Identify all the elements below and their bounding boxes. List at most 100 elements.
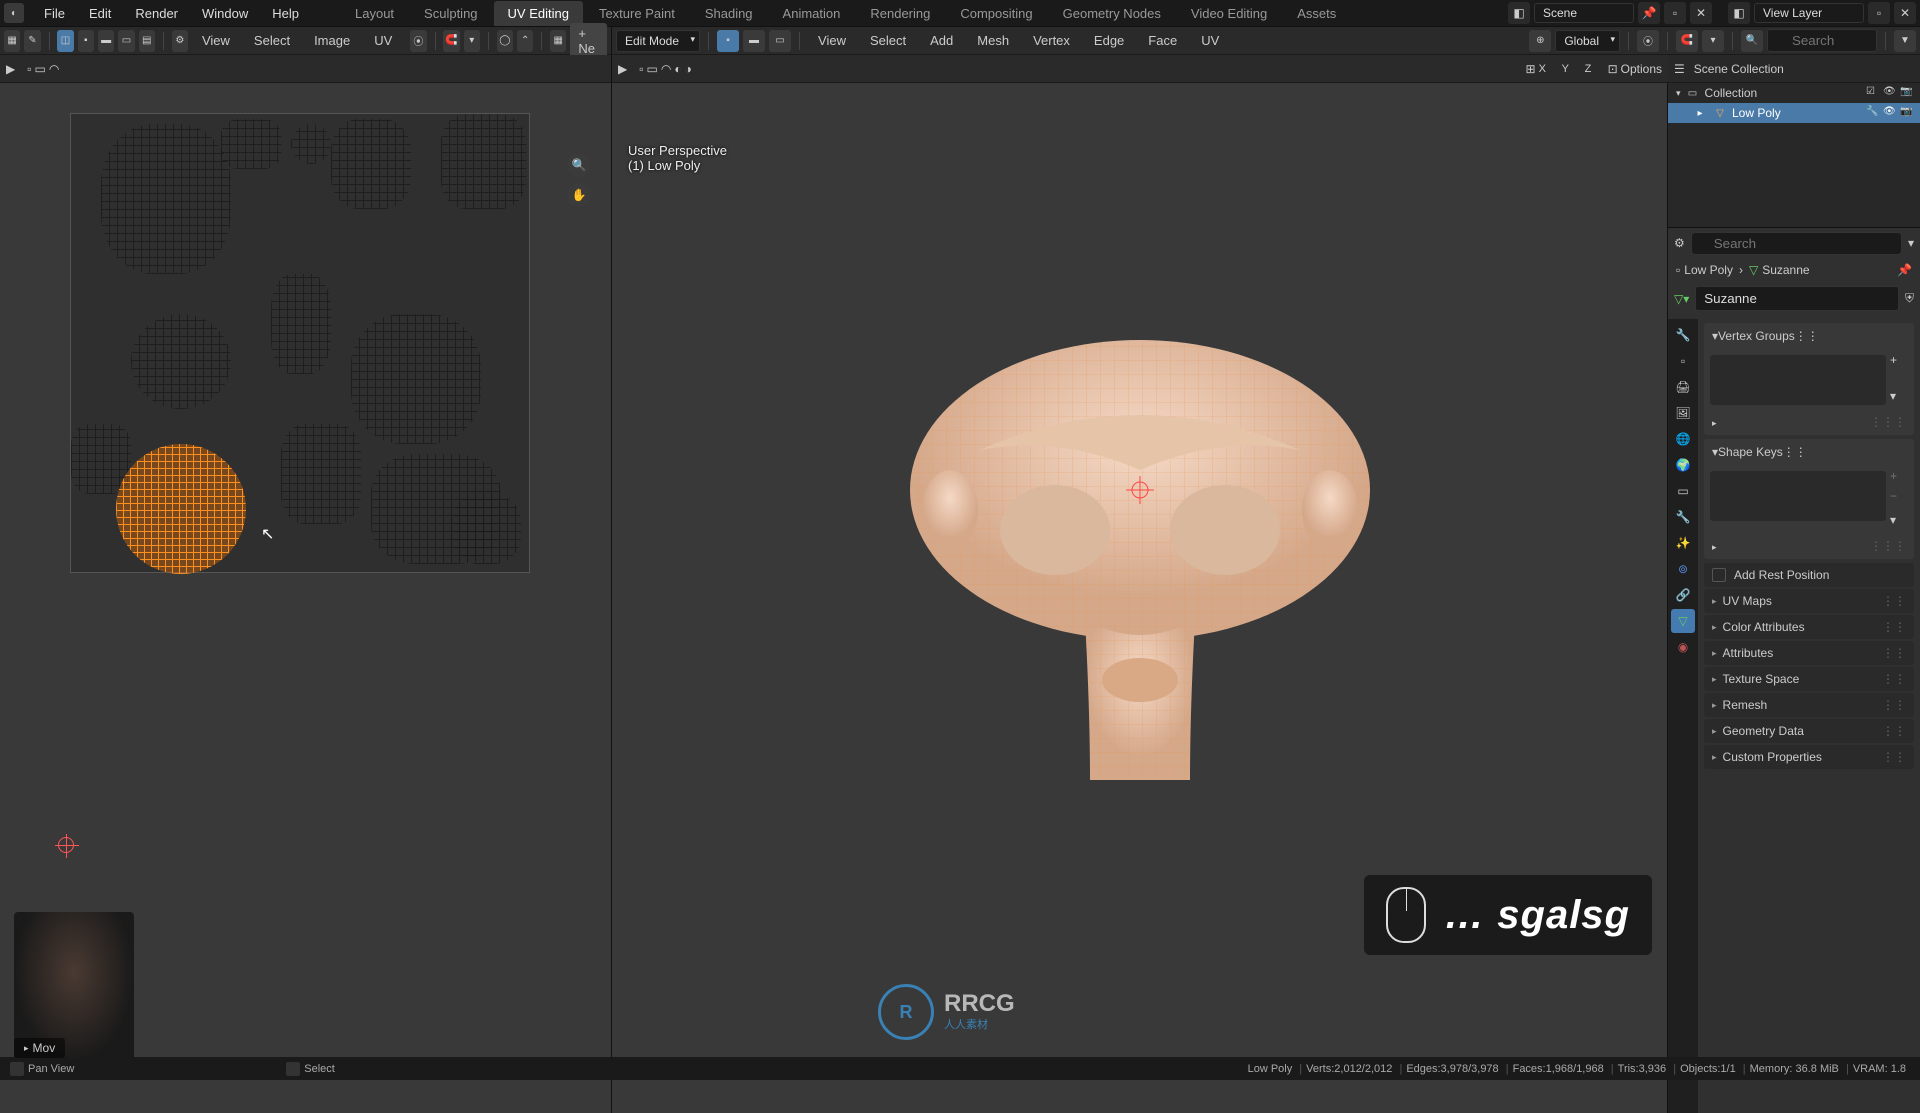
tab-tool[interactable]: 🔧: [1671, 323, 1695, 347]
breadcrumb-object[interactable]: ▫ Low Poly: [1676, 263, 1733, 277]
uv-pivot-icon[interactable]: ⦿: [410, 30, 426, 52]
vp-pivot-icon[interactable]: ⦿: [1637, 30, 1659, 52]
workspace-uv-editing[interactable]: UV Editing: [494, 1, 583, 26]
uv-menu-view[interactable]: View: [192, 30, 240, 51]
outliner-collection-row[interactable]: ▾ ▭ Collection ☑ 👁 📷: [1668, 83, 1920, 103]
vertex-groups-menu-icon[interactable]: ⋮⋮: [1795, 329, 1819, 343]
vp-menu-mesh[interactable]: Mesh: [967, 30, 1019, 51]
menu-edit[interactable]: Edit: [77, 2, 123, 25]
mode-select-dropdown[interactable]: Edit Mode: [616, 30, 700, 52]
uv-sync-selection-icon[interactable]: ◫: [57, 30, 73, 52]
pin-icon[interactable]: 📌: [1897, 263, 1912, 277]
vp-orientation-icon[interactable]: ⊕: [1529, 30, 1551, 52]
viewlayer-browse-icon[interactable]: ◧: [1728, 2, 1750, 24]
mesh-options-dropdown[interactable]: Options: [1621, 62, 1662, 76]
outliner-panel[interactable]: ▾ ▭ Collection ☑ 👁 📷 ▸ ▽ Low Poly 🔧 👁 📷: [1668, 83, 1920, 228]
outliner-scene-collection[interactable]: Scene Collection: [1688, 62, 1914, 76]
vp-select-extend-icon[interactable]: ▭: [647, 62, 658, 76]
vp-select-intersect-icon[interactable]: ◑: [685, 62, 692, 76]
vp-search-icon[interactable]: 🔍: [1741, 30, 1763, 52]
shape-keys-menu-icon[interactable]: ⋮⋮: [1783, 445, 1807, 459]
vp-edge-select-icon[interactable]: ▬: [743, 30, 765, 52]
mirror-axis-z-button[interactable]: Z: [1585, 63, 1605, 75]
shield-icon[interactable]: ⛨: [1905, 291, 1914, 306]
modifier-icon[interactable]: 🔧: [1866, 106, 1880, 120]
tab-output[interactable]: 🖨: [1671, 375, 1695, 399]
transform-orientation-dropdown[interactable]: Global: [1555, 30, 1620, 52]
vp-menu-uv[interactable]: UV: [1191, 30, 1229, 51]
tab-world[interactable]: 🌍: [1671, 453, 1695, 477]
vp-menu-add[interactable]: Add: [920, 30, 963, 51]
object-visibility-icon[interactable]: 👁: [1883, 106, 1897, 120]
viewlayer-name-field[interactable]: View Layer: [1754, 3, 1864, 23]
uv-pan-icon[interactable]: ✋: [567, 183, 591, 207]
collection-exclude-icon[interactable]: ☑: [1866, 86, 1880, 100]
uv-face-select-icon[interactable]: ▭: [118, 30, 134, 52]
shape-keys-header[interactable]: ▾ Shape Keys ⋮⋮: [1704, 439, 1914, 465]
uv-zoom-icon[interactable]: 🔍: [567, 153, 591, 177]
mesh-automerge-icon[interactable]: ⊞: [1526, 62, 1536, 76]
vp-menu-face[interactable]: Face: [1138, 30, 1187, 51]
vg-expand-icon[interactable]: ▸: [1712, 418, 1717, 428]
tab-viewlayer[interactable]: 🖼: [1671, 401, 1695, 425]
scene-delete-icon[interactable]: ✕: [1690, 2, 1712, 24]
workspace-texture-paint[interactable]: Texture Paint: [585, 1, 689, 26]
attributes-panel[interactable]: ▸Attributes⋮⋮: [1704, 641, 1914, 665]
workspace-sculpting[interactable]: Sculpting: [410, 1, 491, 26]
sk-expand-icon[interactable]: ▸: [1712, 542, 1717, 552]
uv-menu-image[interactable]: Image: [304, 30, 360, 51]
properties-options-icon[interactable]: ▾: [1908, 236, 1914, 250]
checkbox-icon[interactable]: [1712, 568, 1726, 582]
uv-image-browse-icon[interactable]: ▦: [550, 30, 566, 52]
tab-particles[interactable]: ✨: [1671, 531, 1695, 555]
vp-menu-select[interactable]: Select: [860, 30, 916, 51]
uv-select-tweak-icon[interactable]: ▫: [27, 62, 31, 76]
uv-new-image-button[interactable]: + Ne: [570, 23, 607, 59]
selected-uv-island[interactable]: [116, 444, 246, 574]
custom-properties-panel[interactable]: ▸Custom Properties⋮⋮: [1704, 745, 1914, 769]
properties-editor-type-icon[interactable]: ⚙: [1674, 236, 1685, 250]
mirror-axis-y-button[interactable]: Y: [1562, 63, 1582, 75]
menu-window[interactable]: Window: [190, 2, 260, 25]
uv-proportional-icon[interactable]: ◯: [497, 30, 513, 52]
mesh-name-field[interactable]: [1695, 286, 1899, 311]
vp-select-invert-icon[interactable]: ◐: [674, 62, 681, 76]
tab-constraint[interactable]: 🔗: [1671, 583, 1695, 607]
uv-select-box-icon[interactable]: ▭: [35, 62, 46, 76]
workspace-layout[interactable]: Layout: [341, 1, 408, 26]
vertex-groups-header[interactable]: ▾ Vertex Groups ⋮⋮: [1704, 323, 1914, 349]
workspace-animation[interactable]: Animation: [769, 1, 855, 26]
workspace-shading[interactable]: Shading: [691, 1, 767, 26]
workspace-assets[interactable]: Assets: [1283, 1, 1350, 26]
vp-vert-select-icon[interactable]: ▪: [717, 30, 739, 52]
mesh-data-browse-icon[interactable]: ▽▾: [1674, 292, 1689, 306]
viewlayer-new-icon[interactable]: ▫: [1868, 2, 1890, 24]
vp-face-select-icon[interactable]: ▭: [769, 30, 791, 52]
outliner-object-row[interactable]: ▸ ▽ Low Poly 🔧 👁 📷: [1668, 103, 1920, 123]
automerge-threshold-icon[interactable]: ⊡: [1608, 62, 1618, 76]
vp-tool-cursor-icon[interactable]: ▶: [618, 62, 627, 76]
uv-snap-icon[interactable]: 🧲: [443, 30, 459, 52]
tab-scene[interactable]: 🌐: [1671, 427, 1695, 451]
tab-material[interactable]: ◉: [1671, 635, 1695, 659]
tab-object[interactable]: ▭: [1671, 479, 1695, 503]
uv-tool-cursor-icon[interactable]: ▶: [6, 62, 15, 76]
mirror-axis-x-button[interactable]: X: [1539, 63, 1559, 75]
vp-menu-vertex[interactable]: Vertex: [1023, 30, 1080, 51]
viewlayer-delete-icon[interactable]: ✕: [1894, 2, 1916, 24]
object-render-icon[interactable]: 📷: [1900, 106, 1914, 120]
workspace-rendering[interactable]: Rendering: [856, 1, 944, 26]
vertex-group-add-icon[interactable]: +: [1890, 353, 1908, 371]
tab-modifier[interactable]: 🔧: [1671, 505, 1695, 529]
menu-help[interactable]: Help: [260, 2, 311, 25]
vp-menu-view[interactable]: View: [808, 30, 856, 51]
uv-menu-select[interactable]: Select: [244, 30, 300, 51]
scene-new-icon[interactable]: ▫: [1664, 2, 1686, 24]
scene-name-field[interactable]: Scene: [1534, 3, 1634, 23]
uv-editor-type-icon[interactable]: ▦: [4, 30, 20, 52]
uv-vert-select-icon[interactable]: ▪: [78, 30, 94, 52]
vp-snap-target-icon[interactable]: ▾: [1702, 30, 1724, 52]
tab-mesh-data[interactable]: ▽: [1671, 609, 1695, 633]
tab-physics[interactable]: ⊚: [1671, 557, 1695, 581]
geometry-data-panel[interactable]: ▸Geometry Data⋮⋮: [1704, 719, 1914, 743]
